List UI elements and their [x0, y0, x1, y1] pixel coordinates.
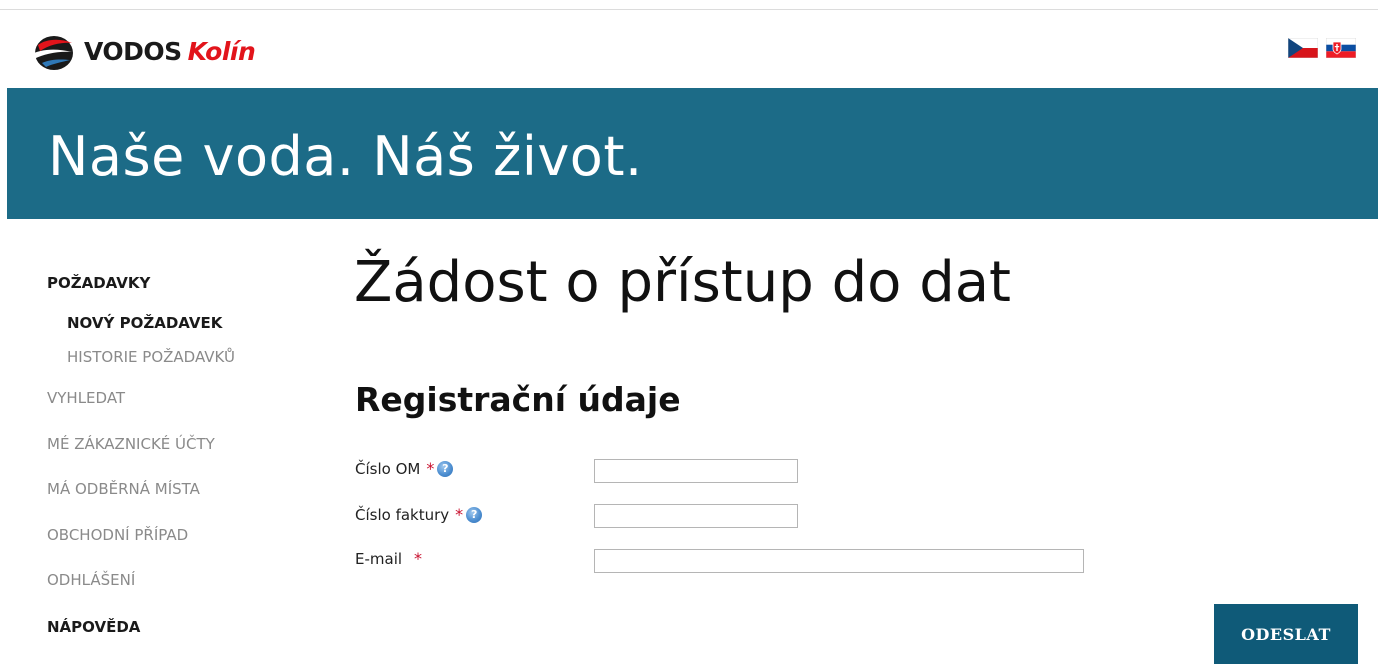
cislo-om-label-text: Číslo OM — [355, 459, 421, 478]
cislo-om-input[interactable] — [594, 459, 798, 483]
language-switcher — [1288, 38, 1356, 58]
cislo-faktury-label: Číslo faktury * ? — [355, 505, 483, 524]
submit-button[interactable]: ODESLAT — [1214, 604, 1358, 664]
sidebar-item-historie-pozadavku[interactable]: HISTORIE POŽADAVKŮ — [67, 348, 235, 366]
cislo-om-label: Číslo OM * ? — [355, 459, 454, 478]
sidebar-item-napoveda[interactable]: NÁPOVĚDA — [47, 618, 140, 636]
brand-name: VODOS Kolín — [84, 36, 256, 66]
vodos-drop-logo-icon — [30, 36, 73, 70]
sidebar-item-odberna-mista[interactable]: MÁ ODBĚRNÁ MÍSTA — [47, 480, 200, 498]
page-title: Žádost o přístup do dat — [354, 250, 1012, 315]
required-mark: * — [455, 505, 464, 524]
site-header: VODOS Kolín — [0, 10, 1378, 88]
sidebar-item-odhlaseni[interactable]: ODHLÁŠENÍ — [47, 571, 135, 589]
email-label: E-mail * — [355, 549, 422, 568]
required-mark: * — [414, 549, 423, 568]
sidebar-item-obchodni-pripad[interactable]: OBCHODNÍ PŘÍPAD — [47, 526, 188, 544]
required-mark: * — [426, 459, 435, 478]
hero-banner: Naše voda. Náš život. — [7, 88, 1378, 219]
cislo-faktury-input[interactable] — [594, 504, 798, 528]
sidebar-item-novy-pozadavek[interactable]: NOVÝ POŽADAVEK — [67, 314, 222, 332]
brand-city-text: Kolín — [187, 36, 256, 66]
email-input[interactable] — [594, 549, 1084, 573]
brand-name-text: VODOS — [84, 36, 182, 66]
czech-flag-icon[interactable] — [1288, 38, 1318, 58]
slovak-flag-icon[interactable] — [1326, 38, 1356, 58]
sidebar-item-pozadavky[interactable]: POŽADAVKY — [47, 274, 150, 292]
section-title: Registrační údaje — [355, 380, 681, 419]
cislo-faktury-label-text: Číslo faktury — [355, 505, 450, 524]
sidebar-item-zakaznicke-ucty[interactable]: MÉ ZÁKAZNICKÉ ÚČTY — [47, 435, 215, 453]
email-label-text: E-mail — [355, 549, 403, 568]
site-logo[interactable]: VODOS Kolín — [28, 29, 256, 73]
help-icon[interactable]: ? — [437, 460, 454, 477]
sidebar-item-vyhledat[interactable]: VYHLEDAT — [47, 389, 125, 407]
help-icon[interactable]: ? — [466, 506, 483, 523]
banner-slogan: Naše voda. Náš život. — [48, 125, 643, 188]
